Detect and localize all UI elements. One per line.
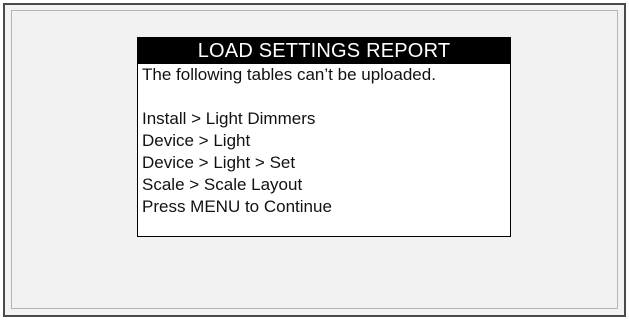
screen-display-area: LOAD SETTINGS REPORT The following table… [11,10,618,309]
table-item-device-light-set: Device > Light > Set [142,153,296,172]
continue-prompt: Press MENU to Continue [142,197,332,216]
dialog-body: The following tables can’t be uploaded. … [138,64,510,218]
table-item-install-light-dimmers: Install > Light Dimmers [142,109,316,128]
dialog-message: The following tables can’t be uploaded. [142,65,436,84]
table-item-device-light: Device > Light [142,131,251,150]
table-item-scale-layout: Scale > Scale Layout [142,175,303,194]
dialog-title: LOAD SETTINGS REPORT [138,38,510,64]
load-settings-report-dialog: LOAD SETTINGS REPORT The following table… [137,37,511,237]
controller-screen: LOAD SETTINGS REPORT The following table… [3,3,626,317]
